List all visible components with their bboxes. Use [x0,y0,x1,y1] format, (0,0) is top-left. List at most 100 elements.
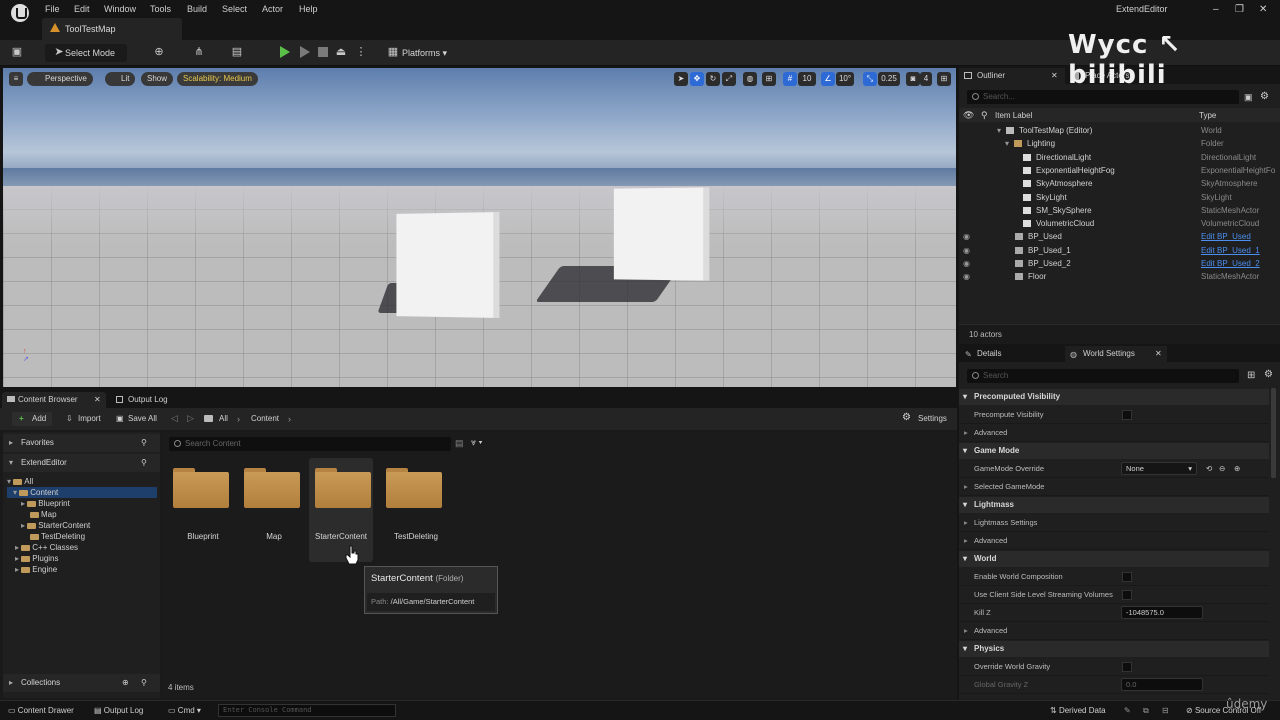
cube-bp-used[interactable] [396,212,500,318]
gamemode-select[interactable]: None ▾ [1121,462,1197,475]
details-search-input[interactable]: Search [967,369,1239,383]
close-tab-icon[interactable]: ✕ [1051,68,1058,84]
expand-arrow-icon[interactable]: ▾ [997,124,1001,137]
edit-blueprint-link[interactable]: Edit BP_Used_2 [1201,257,1260,270]
cmd-dropdown[interactable]: ▭ Cmd ▾ [168,706,201,715]
prop-selected-gamemode[interactable]: ▸ Selected GameMode [959,478,1269,496]
maximize-icon[interactable]: ❐ [1235,4,1244,15]
revision-control-icon[interactable]: ⊟ [1162,706,1169,715]
play-icon[interactable] [280,46,290,58]
use-selected-icon[interactable]: ⊖ [1219,460,1225,478]
world-settings-tab[interactable]: World Settings ✕ [1065,346,1167,362]
add-actor-icon[interactable]: ⊕ [152,46,166,58]
outliner-tab[interactable]: Outliner ✕ [959,68,1065,84]
settings-gear-icon[interactable]: ⚙ [1264,369,1273,380]
rotation-snap-value[interactable]: 10° [836,72,854,86]
more-options-icon[interactable]: ⋮ [354,46,368,58]
translate-tool-icon[interactable]: ✥ [690,72,704,86]
menu-build[interactable]: Build [187,4,207,14]
folder-tile-testdeleting[interactable]: TestDeleting [380,462,444,541]
menu-tools[interactable]: Tools [150,4,171,14]
scale-snap-icon[interactable]: ⤡ [863,72,877,86]
tree-item-blueprint[interactable]: ▸ Blueprint [21,498,70,509]
menu-help[interactable]: Help [299,4,318,14]
folder-tile-startercontent[interactable]: StarterContent [309,458,373,562]
scale-tool-icon[interactable]: ⤢ [722,72,736,86]
tree-item-startercontent[interactable]: ▸ StarterContent [21,520,90,531]
search-icon[interactable]: ⚲ [141,434,147,452]
menu-select[interactable]: Select [222,4,247,14]
collections-section[interactable]: ▸ Collections ⊕ ⚲ [3,674,160,692]
outliner-row[interactable]: VolumetricCloud VolumetricCloud [959,217,1280,230]
close-icon[interactable]: ✕ [1259,4,1267,15]
rotate-tool-icon[interactable]: ↻ [706,72,720,86]
menu-window[interactable]: Window [104,4,136,14]
content-drawer-button[interactable]: ▭ Content Drawer [8,706,74,715]
notification-icon[interactable]: ✎ [1124,706,1131,715]
settings-button[interactable]: ⚙ Settings [900,412,947,426]
filter-icon[interactable]: ⩔ ▾ [471,437,482,448]
scale-snap-value[interactable]: 0.25 [878,72,900,86]
blueprint-icon[interactable]: ⋔ [192,46,206,58]
lit-button[interactable]: Lit [105,72,136,86]
details-scrollbar[interactable] [1271,388,1276,478]
outliner-search-input[interactable]: Search... [967,90,1239,104]
close-tab-icon[interactable]: ✕ [94,392,101,408]
settings-gear-icon[interactable]: ⚙ [1260,91,1269,102]
outliner-row[interactable]: ▾ Lighting Folder [959,137,1280,150]
world-composition-checkbox[interactable] [1122,572,1132,582]
step-icon[interactable] [300,46,310,58]
tree-item-engine[interactable]: ▸ Engine [15,564,57,575]
project-section[interactable]: ▾ ExtendEditor ⚲ [3,454,160,472]
layout-icon[interactable]: ⊞ [937,72,951,86]
category-lightmass[interactable]: ▾ Lightmass [959,497,1269,513]
select-tool-icon[interactable]: ➤ [674,72,688,86]
outliner-row[interactable]: SkyLight SkyLight [959,191,1280,204]
override-gravity-checkbox[interactable] [1122,662,1132,672]
search-icon[interactable]: ⚲ [141,674,147,692]
save-search-icon[interactable]: ▤ [455,438,464,449]
folder-tile-blueprint[interactable]: Blueprint [167,462,231,541]
category-physics[interactable]: ▾ Physics [959,641,1269,657]
level-viewport[interactable]: ≡ Perspective Lit Show Scalability: Medi… [3,68,956,387]
add-folder-icon[interactable]: ▣ [1244,92,1253,103]
scalability-badge[interactable]: Scalability: Medium [177,72,258,86]
import-button[interactable]: ⇩ Import [64,412,101,426]
stop-icon[interactable] [318,47,328,57]
menu-file[interactable]: File [45,4,60,14]
camera-speed-value[interactable]: 4 [920,72,932,86]
visibility-eye-icon[interactable]: ◉ [963,244,970,257]
back-icon[interactable]: ◁ [171,413,178,424]
outliner-row[interactable]: ◉ BP_Used Edit BP_Used [959,230,1280,243]
tree-item-content[interactable]: ▾ Content [7,487,157,498]
cinematics-icon[interactable]: ▤ [230,46,244,58]
show-button[interactable]: Show [141,72,174,86]
close-tab-icon[interactable]: ✕ [1155,346,1162,362]
visibility-eye-icon[interactable]: ◉ [963,257,970,270]
global-gravity-input[interactable]: 0.0 [1121,678,1203,691]
save-all-button[interactable]: ▣ Save All [114,412,157,426]
output-log-button[interactable]: ▤ Output Log [94,706,143,715]
tree-item-map[interactable]: Map [30,509,57,520]
favorites-section[interactable]: ▸ Favorites ⚲ [3,434,160,452]
breadcrumb-all[interactable]: All [219,414,228,423]
property-matrix-icon[interactable]: ⊞ [1247,370,1255,381]
camera-speed-icon[interactable]: ◙ [906,72,920,86]
cube-bp-used-1[interactable] [613,187,710,281]
prop-advanced[interactable]: ▸ Advanced [959,424,1269,442]
add-icon[interactable]: ⊕ [1234,460,1240,478]
edit-blueprint-link[interactable]: Edit BP_Used [1201,230,1251,243]
breadcrumb-content[interactable]: Content [251,414,279,423]
forward-icon[interactable]: ▷ [187,413,194,424]
category-precomputed-visibility[interactable]: ▾ Precomputed Visibility [959,389,1269,405]
world-space-icon[interactable]: ◍ [743,72,757,86]
eject-icon[interactable]: ⏏ [334,46,348,58]
outliner-row[interactable]: SM_SkySphere StaticMeshActor [959,204,1280,217]
grid-snap-value[interactable]: 10 [798,72,816,86]
outliner-row[interactable]: ◉ BP_Used_2 Edit BP_Used_2 [959,257,1280,270]
category-world[interactable]: ▾ World [959,551,1269,567]
browse-icon[interactable]: ⟲ [1206,460,1212,478]
edit-icon[interactable]: ⧉ [1143,706,1149,716]
content-browser-tab[interactable]: Content Browser ✕ [2,392,106,408]
outliner-row[interactable]: ◉ BP_Used_1 Edit BP_Used_1 [959,244,1280,257]
